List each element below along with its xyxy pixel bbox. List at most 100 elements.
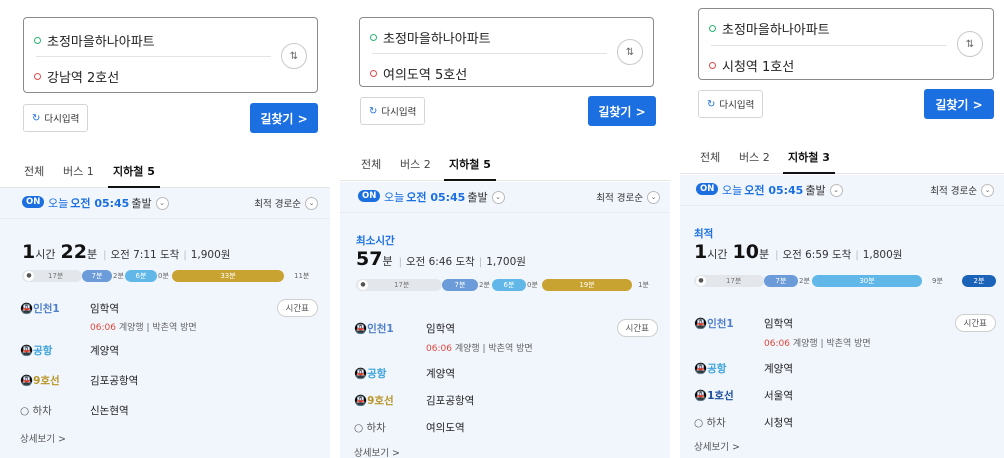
result-tabs: 전체 버스 2 지하철 5: [340, 147, 670, 181]
origin-text: 초정마을하나아파트: [722, 23, 830, 38]
depart-suffix: 출발: [805, 184, 826, 197]
route-step: 🚇공항 계양역: [680, 361, 1004, 379]
tab-all[interactable]: 전체: [361, 156, 381, 172]
arrival-time: 오전 7:11 도착: [110, 249, 180, 261]
origin-field[interactable]: 초정마을하나아파트: [34, 31, 155, 50]
line-incheon1: 🚇인천1: [694, 318, 734, 330]
sort-selector[interactable]: 최적 경로순 ⌄: [254, 196, 318, 210]
sort-selector[interactable]: 최적 경로순 ⌄: [596, 190, 660, 204]
on-badge: ON: [358, 190, 381, 202]
swap-icon[interactable]: ⇅: [281, 43, 307, 69]
route-step: 🚇공항 계양역: [0, 343, 330, 361]
route-panel-1: 초정마을하나아파트 강남역 2호선 ⇅ ↻ 다시입력 길찾기 > 전체 버스 1 …: [0, 0, 330, 458]
route-card[interactable]: 최소시간 57 분 | 오전 6:46 도착 | 1,700원 ● 17분 7분 …: [340, 212, 670, 458]
chevron-down-icon: ⌄: [305, 196, 318, 210]
depart-time: 오전 05:45: [70, 197, 130, 210]
reset-button[interactable]: ↻ 다시입력: [360, 97, 426, 125]
on-badge: ON: [696, 183, 719, 195]
segment-label: 11분: [294, 272, 310, 280]
segment-label: 0분: [527, 281, 538, 289]
timetable-button[interactable]: 시간표: [616, 319, 658, 337]
timetable-button[interactable]: 시간표: [954, 314, 996, 332]
segment-label: 6분: [503, 281, 515, 289]
route-card[interactable]: 1 시간 22 분 | 오전 7:11 도착 | 1,900원 ● 17분 7분 …: [0, 218, 330, 458]
train-info: 06:06 계양행 | 박촌역 방면: [764, 336, 871, 349]
refresh-icon: ↻: [32, 112, 41, 124]
segment-label: 7분: [454, 281, 466, 289]
tab-subway[interactable]: 지하철 5: [449, 156, 491, 172]
destination-field[interactable]: 시청역 1호선: [709, 56, 794, 75]
departure-time-selector[interactable]: 오늘 오전 05:45 출발 ⌄: [48, 195, 169, 211]
depart-suffix: 출발: [131, 197, 152, 210]
fare: 1,700원: [486, 256, 526, 268]
origin-field[interactable]: 초정마을하나아파트: [709, 19, 830, 38]
depart-today: 오늘: [384, 191, 405, 204]
segment-label: 6분: [135, 272, 147, 280]
reset-button[interactable]: ↻ 다시입력: [23, 104, 89, 132]
segment-label: 19분: [579, 281, 595, 289]
depart-time: 오전 05:45: [406, 191, 466, 204]
station-name: 임학역: [426, 323, 455, 335]
tab-bus[interactable]: 버스 1: [63, 163, 94, 179]
line-1: 🚇1호선: [694, 390, 734, 402]
search-route-button[interactable]: 길찾기 >: [924, 89, 994, 119]
detail-link[interactable]: 상세보기 >: [354, 445, 400, 458]
airport-segment: 6분: [492, 279, 526, 291]
segment-label: 0분: [158, 272, 169, 280]
destination-dot-icon: [370, 70, 377, 77]
departure-time-selector[interactable]: 오늘 오전 05:45 출발 ⌄: [722, 182, 843, 198]
route-timeline-bar: ● 17분 7분 2분 6분 0분 33분 11분: [22, 270, 318, 282]
search-route-button[interactable]: 길찾기 >: [588, 96, 656, 126]
sort-selector[interactable]: 최적 경로순 ⌄: [930, 183, 994, 197]
destination-field[interactable]: 여의도역 5호선: [370, 64, 467, 83]
duration-hours-unit: 시간: [707, 248, 728, 261]
segment-label: 7분: [91, 272, 103, 280]
line-airport: 🚇공항: [694, 363, 727, 375]
route-summary: 1 시간 22 분 | 오전 7:11 도착 | 1,900원: [22, 241, 231, 263]
tab-bus[interactable]: 버스 2: [400, 156, 431, 172]
incheon1-segment: 7분: [764, 275, 798, 287]
route-step: 🚇인천1 임학역 시간표: [340, 319, 670, 339]
incheon1-segment: 7분: [82, 270, 112, 282]
route-search-box: 초정마을하나아파트 강남역 2호선 ⇅: [23, 17, 318, 93]
result-tabs: 전체 버스 1 지하철 5: [0, 154, 330, 188]
departure-time-selector[interactable]: 오늘 오전 05:45 출발 ⌄: [384, 189, 505, 205]
timetable-button[interactable]: 시간표: [276, 299, 318, 317]
divider: [36, 56, 271, 57]
train-direction: 계양행 | 박촌역 방면: [792, 339, 871, 349]
route-panel-2: 초정마을하나아파트 여의도역 5호선 ⇅ ↻ 다시입력 길찾기 > 전체 버스 2…: [340, 0, 670, 458]
walk-icon: ●: [358, 280, 368, 290]
airport-segment: 30분: [812, 275, 922, 287]
destination-field[interactable]: 강남역 2호선: [34, 67, 119, 86]
chevron-down-icon: ⌄: [829, 183, 843, 197]
tab-subway[interactable]: 지하철 5: [113, 163, 155, 179]
line-incheon1: 🚇인천1: [354, 323, 394, 335]
sort-label: 최적 경로순: [596, 193, 643, 204]
depart-today: 오늘: [722, 184, 743, 197]
segment-label: 17분: [726, 277, 742, 285]
walk-segment: ● 17분: [22, 270, 82, 282]
origin-text: 초정마을하나아파트: [383, 32, 491, 47]
route-step: ○ 하차 신논현역: [0, 403, 330, 421]
tab-all[interactable]: 전체: [24, 163, 44, 179]
detail-link[interactable]: 상세보기 >: [694, 439, 740, 453]
station-name: 임학역: [764, 318, 793, 330]
tab-bus[interactable]: 버스 2: [739, 149, 770, 165]
swap-icon[interactable]: ⇅: [957, 31, 983, 57]
origin-field[interactable]: 초정마을하나아파트: [370, 28, 491, 47]
detail-link[interactable]: 상세보기 >: [20, 431, 66, 445]
route-type-label: 최소시간: [356, 235, 395, 247]
route-step: 🚇9호선 김포공항역: [0, 373, 330, 391]
route-card[interactable]: 최적 1 시간 10 분 | 오전 6:59 도착 | 1,800원 ● 17분 …: [680, 205, 1004, 458]
swap-icon[interactable]: ⇅: [617, 39, 643, 65]
chevron-down-icon: ⌄: [981, 183, 994, 197]
on-badge: ON: [22, 196, 45, 208]
line-exit: ○ 하차: [20, 405, 52, 417]
tab-subway[interactable]: 지하철 3: [788, 149, 830, 165]
walk-icon: ●: [24, 271, 34, 281]
station-name: 시청역: [764, 417, 793, 429]
tab-all[interactable]: 전체: [700, 149, 720, 165]
search-route-button[interactable]: 길찾기 >: [250, 103, 318, 133]
reset-button[interactable]: ↻ 다시입력: [698, 90, 764, 118]
origin-dot-icon: [370, 34, 377, 41]
